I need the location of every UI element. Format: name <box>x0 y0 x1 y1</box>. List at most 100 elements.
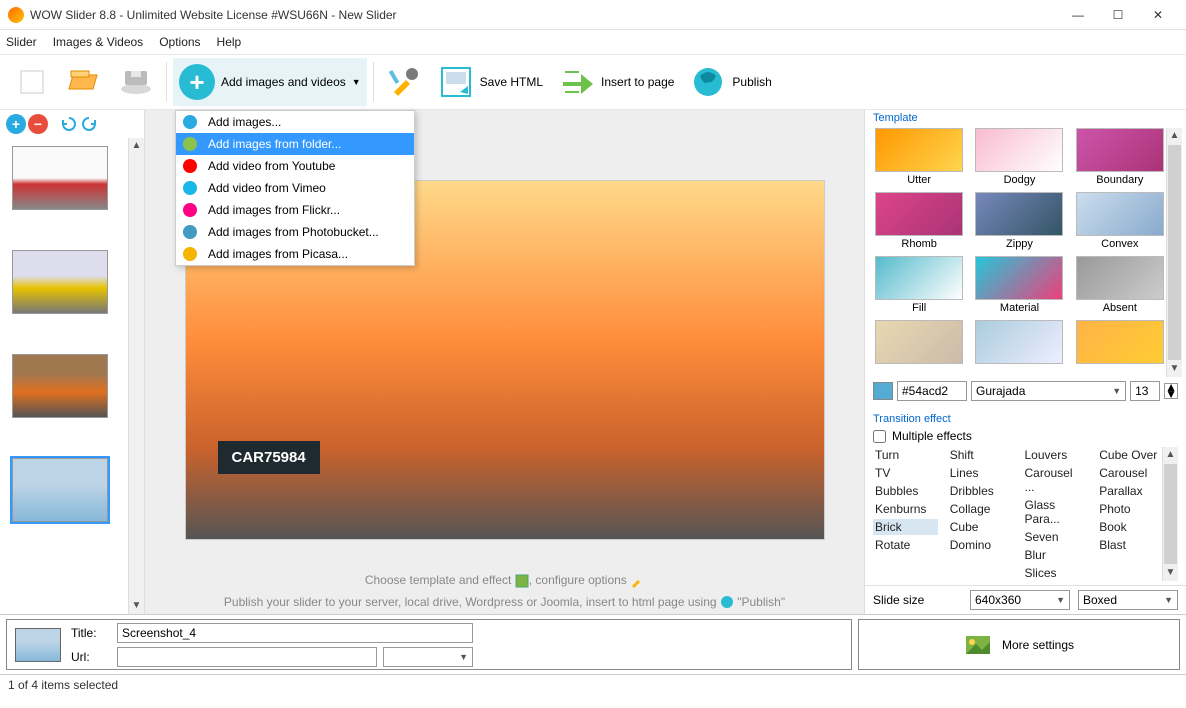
scroll-down-icon[interactable]: ▼ <box>1167 361 1182 377</box>
template-zippy[interactable]: Zippy <box>973 192 1065 250</box>
scroll-up-icon[interactable]: ▲ <box>1167 128 1182 144</box>
new-button[interactable] <box>8 58 56 106</box>
effect-item[interactable]: Bubbles <box>873 483 938 499</box>
thumb-toolbar: + − <box>0 110 144 138</box>
dropdown-item[interactable]: Add images from Flickr... <box>176 199 414 221</box>
url-input[interactable] <box>117 647 377 667</box>
toolbar: + Add images and videos ▼ Save HTML Inse… <box>0 54 1186 110</box>
thumbnail-item-selected[interactable] <box>12 458 108 522</box>
rotate-right-button[interactable] <box>80 115 98 133</box>
title-input[interactable] <box>117 623 473 643</box>
thumb-scrollbar[interactable]: ▲ ▼ <box>128 138 144 614</box>
slide-properties: Title: Url: ▼ <box>6 619 852 670</box>
effect-item[interactable]: Blur <box>1023 547 1088 563</box>
effect-item[interactable]: Carousel ... <box>1023 465 1088 495</box>
menu-slider[interactable]: Slider <box>6 35 37 49</box>
scroll-up-icon[interactable]: ▲ <box>129 138 144 154</box>
menu-help[interactable]: Help <box>217 35 242 49</box>
settings-icon <box>964 634 992 656</box>
slide-size-label: Slide size <box>873 593 962 607</box>
open-button[interactable] <box>60 58 108 106</box>
effect-item[interactable]: Collage <box>948 501 1013 517</box>
template-material[interactable]: Material <box>973 256 1065 314</box>
minimize-button[interactable]: — <box>1058 1 1098 29</box>
effect-item[interactable]: Domino <box>948 537 1013 553</box>
template-rhomb[interactable]: Rhomb <box>873 192 965 250</box>
thumbnail-item[interactable] <box>12 250 108 314</box>
effect-item[interactable]: Glass Para... <box>1023 497 1088 527</box>
template-boundary[interactable]: Boundary <box>1074 128 1166 186</box>
fontsize-input[interactable] <box>1130 381 1160 401</box>
publish-button[interactable]: Publish <box>684 58 777 106</box>
effect-item[interactable]: Parallax <box>1097 483 1162 499</box>
insert-button[interactable]: Insert to page <box>553 58 680 106</box>
template-dodgy[interactable]: Dodgy <box>973 128 1065 186</box>
menu-options[interactable]: Options <box>159 35 200 49</box>
more-settings-button[interactable]: More settings <box>858 619 1180 670</box>
left-panel: + − ▲ ▼ <box>0 110 145 614</box>
effect-item[interactable]: Photo <box>1097 501 1162 517</box>
close-button[interactable]: ✕ <box>1138 1 1178 29</box>
effects-scrollbar[interactable]: ▲ ▼ <box>1162 447 1178 581</box>
scroll-down-icon[interactable]: ▼ <box>1163 565 1178 581</box>
url-target-select[interactable]: ▼ <box>383 647 473 667</box>
tools-button[interactable] <box>380 58 428 106</box>
effect-item[interactable]: Turn <box>873 447 938 463</box>
effect-item[interactable]: Book <box>1097 519 1162 535</box>
effect-item[interactable]: Kenburns <box>873 501 938 517</box>
effect-item[interactable]: Rotate <box>873 537 938 553</box>
effect-item[interactable]: Shift <box>948 447 1013 463</box>
template-grid: Utter Dodgy Boundary Rhomb Zippy Convex … <box>873 128 1166 377</box>
dropdown-item[interactable]: Add video from Youtube <box>176 155 414 177</box>
dropdown-item[interactable]: Add images from Photobucket... <box>176 221 414 243</box>
effect-item[interactable]: Blast <box>1097 537 1162 553</box>
effect-item[interactable]: Seven <box>1023 529 1088 545</box>
effect-item[interactable]: Carousel <box>1097 465 1162 481</box>
template-fill[interactable]: Fill <box>873 256 965 314</box>
font-select[interactable]: Gurajada▼ <box>971 381 1126 401</box>
dropdown-item[interactable]: Add video from Vimeo <box>176 177 414 199</box>
property-thumbnail <box>15 628 61 662</box>
thumbnail-item[interactable] <box>12 146 108 210</box>
effect-item[interactable]: Lines <box>948 465 1013 481</box>
template-extra2[interactable] <box>973 320 1065 366</box>
template-utter[interactable]: Utter <box>873 128 965 186</box>
multiple-effects-checkbox[interactable] <box>873 430 886 443</box>
effect-item[interactable]: Slices <box>1023 565 1088 581</box>
menu-images[interactable]: Images & Videos <box>53 35 144 49</box>
add-images-button[interactable]: + Add images and videos ▼ <box>173 58 367 106</box>
template-options-row: Gurajada▼ ▲▼ <box>865 377 1186 405</box>
dropdown-item[interactable]: Add images from Picasa... <box>176 243 414 265</box>
slide-mode-select[interactable]: Boxed▼ <box>1078 590 1178 610</box>
effect-item[interactable]: Brick <box>873 519 938 535</box>
effect-item[interactable]: TV <box>873 465 938 481</box>
effect-item[interactable]: Dribbles <box>948 483 1013 499</box>
save-html-label: Save HTML <box>480 75 543 89</box>
effect-item[interactable]: Cube Over <box>1097 447 1162 463</box>
dropdown-item[interactable]: Add images... <box>176 111 414 133</box>
template-extra3[interactable] <box>1074 320 1166 366</box>
thumbnail-item[interactable] <box>12 354 108 418</box>
menu-item-icon <box>182 158 198 174</box>
color-input[interactable] <box>897 381 967 401</box>
effect-item[interactable]: Cube <box>948 519 1013 535</box>
slide-size-select[interactable]: 640x360▼ <box>970 590 1070 610</box>
dropdown-item[interactable]: Add images from folder... <box>176 133 414 155</box>
dropdown-caret-icon[interactable]: ▼ <box>352 77 361 87</box>
scroll-up-icon[interactable]: ▲ <box>1163 447 1178 463</box>
template-absent[interactable]: Absent <box>1074 256 1166 314</box>
fontsize-down[interactable]: ▼ <box>1165 391 1177 398</box>
template-extra1[interactable] <box>873 320 965 366</box>
remove-slide-button[interactable]: − <box>28 114 48 134</box>
maximize-button[interactable]: ☐ <box>1098 1 1138 29</box>
save-html-button[interactable]: Save HTML <box>432 58 549 106</box>
effect-item[interactable]: Louvers <box>1023 447 1088 463</box>
rotate-left-button[interactable] <box>60 115 78 133</box>
add-slide-button[interactable]: + <box>6 114 26 134</box>
save-button-icon[interactable] <box>112 58 160 106</box>
right-panel: Template Utter Dodgy Boundary Rhomb Zipp… <box>864 110 1186 614</box>
template-scrollbar[interactable]: ▲ ▼ <box>1166 128 1182 377</box>
template-convex[interactable]: Convex <box>1074 192 1166 250</box>
color-swatch[interactable] <box>873 382 893 400</box>
scroll-down-icon[interactable]: ▼ <box>129 598 144 614</box>
